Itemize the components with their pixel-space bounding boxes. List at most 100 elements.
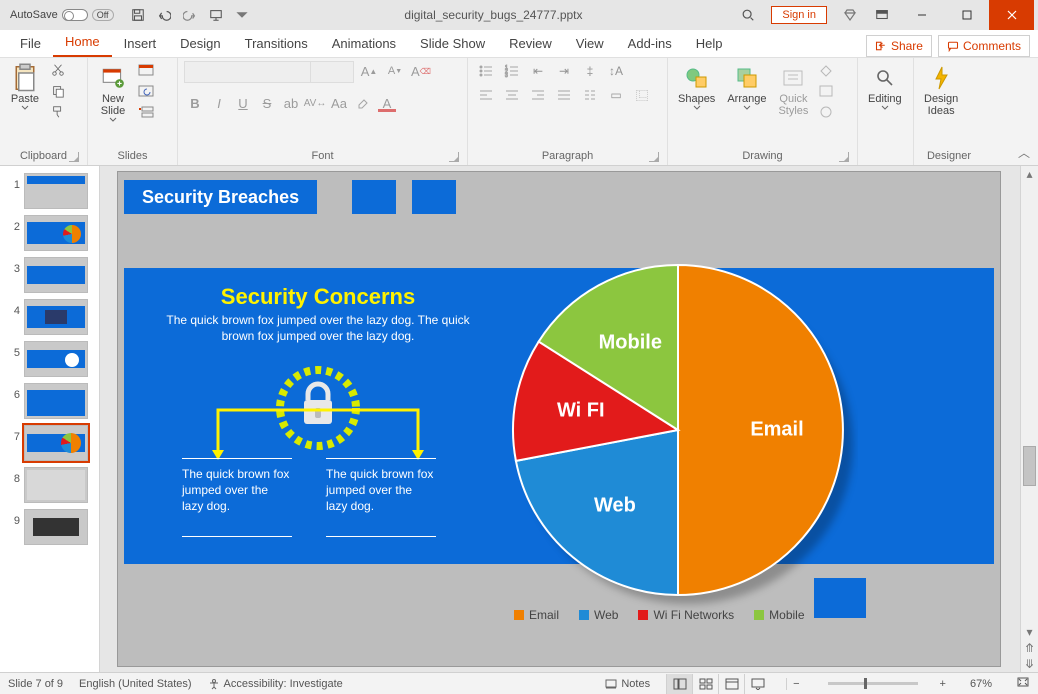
- slide-indicator[interactable]: Slide 7 of 9: [8, 678, 63, 690]
- italic-button[interactable]: I: [208, 93, 230, 113]
- zoom-slider[interactable]: [828, 682, 918, 685]
- shapes-button[interactable]: Shapes: [674, 61, 719, 112]
- shrink-font-icon[interactable]: A▼: [384, 61, 406, 81]
- launcher-icon[interactable]: [69, 152, 79, 162]
- section-icon[interactable]: [136, 103, 156, 121]
- editing-button[interactable]: Editing: [864, 61, 906, 112]
- zoom-out-button[interactable]: −: [786, 678, 805, 690]
- indent-dec-icon[interactable]: ⇤: [526, 61, 550, 81]
- line-spacing-icon[interactable]: ‡: [578, 61, 602, 81]
- collapse-ribbon-icon[interactable]: ︿: [1018, 144, 1030, 161]
- new-slide-button[interactable]: New Slide: [94, 61, 132, 124]
- vertical-scrollbar[interactable]: ▴ ▾ ⤊ ⤋: [1020, 166, 1038, 672]
- font-color-button[interactable]: A: [376, 93, 398, 113]
- language-indicator[interactable]: English (United States): [79, 678, 192, 690]
- align-center-icon[interactable]: [500, 85, 524, 105]
- align-left-icon[interactable]: [474, 85, 498, 105]
- shape-outline-icon[interactable]: [816, 82, 836, 100]
- tab-insert[interactable]: Insert: [112, 32, 169, 57]
- columns-icon[interactable]: [578, 85, 602, 105]
- justify-icon[interactable]: [552, 85, 576, 105]
- maximize-button[interactable]: [944, 0, 989, 30]
- strike-button[interactable]: S: [256, 93, 278, 113]
- present-icon[interactable]: [204, 3, 228, 27]
- bold-button[interactable]: B: [184, 93, 206, 113]
- cut-icon[interactable]: [48, 61, 68, 79]
- zoom-handle[interactable]: [864, 678, 867, 689]
- quick-styles-button[interactable]: Quick Styles: [774, 61, 812, 119]
- thumbnail-8[interactable]: 8: [0, 464, 99, 506]
- sign-in-button[interactable]: Sign in: [771, 6, 827, 24]
- thumbnail-4[interactable]: 4: [0, 296, 99, 338]
- arrange-button[interactable]: Arrange: [723, 61, 770, 112]
- paste-button[interactable]: Paste: [6, 61, 44, 112]
- char-spacing-button[interactable]: AV↔: [304, 93, 326, 113]
- indent-inc-icon[interactable]: ⇥: [552, 61, 576, 81]
- scrollbar-thumb[interactable]: [1023, 446, 1036, 486]
- align-text-icon[interactable]: ▭: [604, 85, 628, 105]
- text-direction-icon[interactable]: ↕A: [604, 61, 628, 81]
- close-button[interactable]: [989, 0, 1034, 30]
- copy-icon[interactable]: [48, 82, 68, 100]
- next-slide-icon[interactable]: ⤋: [1021, 656, 1038, 672]
- thumbnail-3[interactable]: 3: [0, 254, 99, 296]
- underline-button[interactable]: U: [232, 93, 254, 113]
- tab-review[interactable]: Review: [497, 32, 564, 57]
- numbering-icon[interactable]: 123: [500, 61, 524, 81]
- sorter-view-icon[interactable]: [692, 674, 718, 694]
- tab-slideshow[interactable]: Slide Show: [408, 32, 497, 57]
- normal-view-icon[interactable]: [666, 674, 692, 694]
- ribbon-display-icon[interactable]: [867, 1, 897, 29]
- slide-canvas[interactable]: Security Breaches Security Concerns The …: [100, 166, 1020, 672]
- minimize-button[interactable]: [899, 0, 944, 30]
- section-subtitle[interactable]: The quick brown fox jumped over the lazy…: [164, 312, 472, 344]
- scroll-down-icon[interactable]: ▾: [1021, 624, 1038, 640]
- scroll-up-icon[interactable]: ▴: [1021, 166, 1038, 182]
- font-name-select[interactable]: [184, 61, 354, 83]
- smartart-icon[interactable]: ⿺: [630, 85, 654, 105]
- grow-font-icon[interactable]: A▲: [358, 61, 380, 81]
- zoom-in-button[interactable]: +: [940, 678, 946, 690]
- diamond-icon[interactable]: [835, 1, 865, 29]
- tab-help[interactable]: Help: [684, 32, 735, 57]
- thumbnail-7[interactable]: 7: [0, 422, 99, 464]
- save-icon[interactable]: [126, 3, 150, 27]
- tab-transitions[interactable]: Transitions: [233, 32, 320, 57]
- redo-icon[interactable]: [178, 3, 202, 27]
- clear-format-icon[interactable]: A⌫: [410, 61, 432, 81]
- qat-more-icon[interactable]: [230, 3, 254, 27]
- zoom-level[interactable]: 67%: [970, 678, 992, 690]
- comments-button[interactable]: Comments: [938, 35, 1030, 57]
- search-icon[interactable]: [733, 1, 763, 29]
- layout-icon[interactable]: [136, 61, 156, 79]
- thumbnail-2[interactable]: 2: [0, 212, 99, 254]
- section-heading[interactable]: Security Concerns: [158, 284, 478, 310]
- bullets-icon[interactable]: [474, 61, 498, 81]
- prev-slide-icon[interactable]: ⤊: [1021, 640, 1038, 656]
- reset-icon[interactable]: [136, 82, 156, 100]
- launcher-icon[interactable]: [449, 152, 459, 162]
- notes-button[interactable]: Notes: [605, 678, 650, 690]
- font-size-select[interactable]: [311, 62, 353, 82]
- thumbnail-5[interactable]: 5: [0, 338, 99, 380]
- launcher-icon[interactable]: [649, 152, 659, 162]
- launcher-icon[interactable]: [839, 152, 849, 162]
- column-1-text[interactable]: The quick brown fox jumped over the lazy…: [182, 466, 292, 515]
- thumbnail-6[interactable]: 6: [0, 380, 99, 422]
- fit-window-icon[interactable]: [1016, 676, 1030, 691]
- slideshow-view-icon[interactable]: [744, 674, 770, 694]
- tab-file[interactable]: File: [8, 32, 53, 57]
- column-2-text[interactable]: The quick brown fox jumped over the lazy…: [326, 466, 436, 515]
- highlight-button[interactable]: [352, 93, 374, 113]
- shape-effects-icon[interactable]: [816, 103, 836, 121]
- tab-design[interactable]: Design: [168, 32, 232, 57]
- undo-icon[interactable]: [152, 3, 176, 27]
- pie-chart[interactable]: EmailWebWi FIMobile: [498, 250, 858, 610]
- shadow-button[interactable]: ab: [280, 93, 302, 113]
- accessibility-check[interactable]: Accessibility: Investigate: [208, 678, 343, 690]
- slide[interactable]: Security Breaches Security Concerns The …: [118, 172, 1000, 666]
- slide-thumbnails[interactable]: 123456789: [0, 166, 100, 672]
- change-case-button[interactable]: Aa: [328, 93, 350, 113]
- tab-home[interactable]: Home: [53, 30, 112, 57]
- share-button[interactable]: Share: [866, 35, 932, 57]
